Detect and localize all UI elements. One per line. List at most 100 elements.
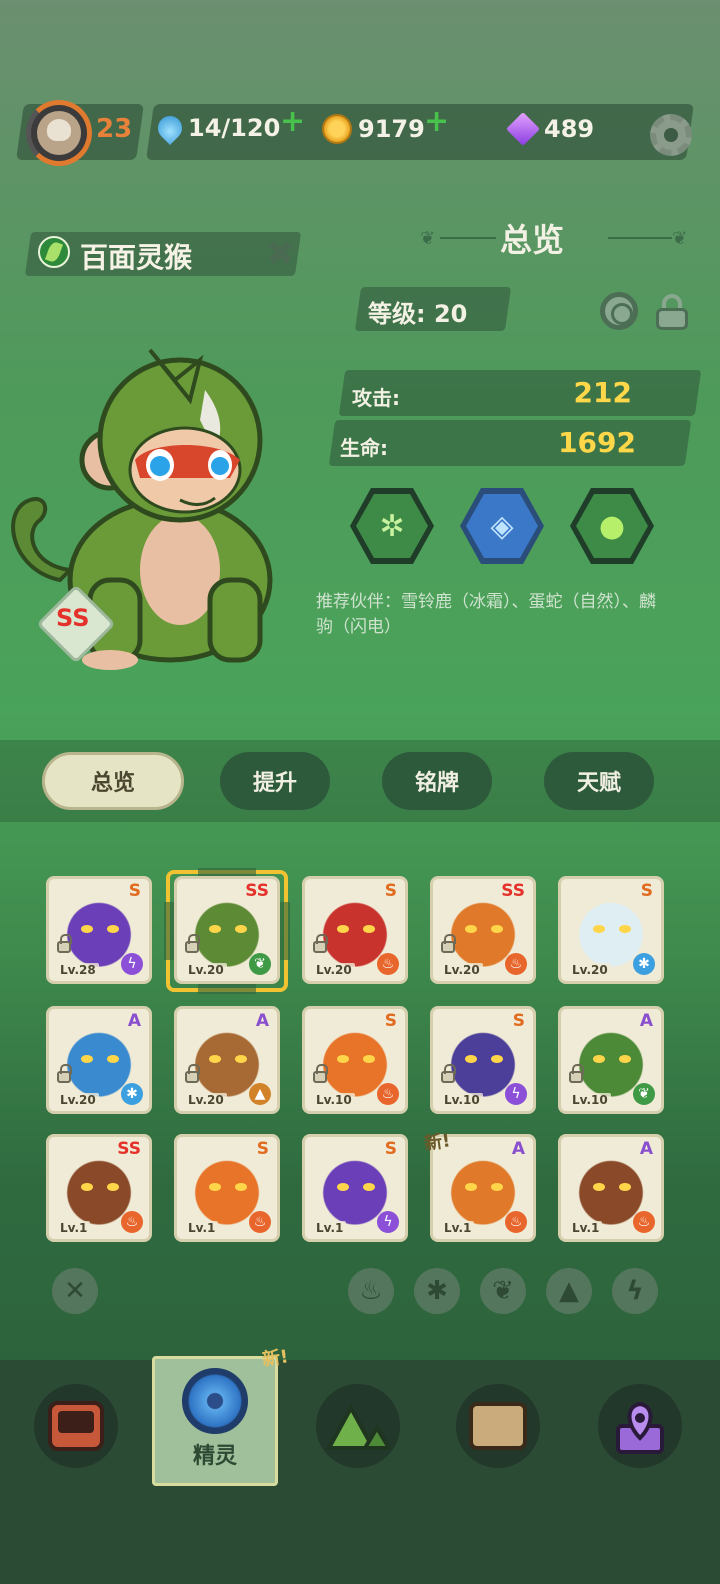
monster-card[interactable]: SS Lv.20 ❦ [174,876,280,984]
card-rank: S [384,1011,397,1031]
monster-eye [209,925,221,933]
nav-device[interactable] [34,1384,118,1468]
monster-card[interactable]: S Lv.20 ✱ [558,876,664,984]
lock-icon[interactable] [654,294,690,330]
card-level: Lv.1 [569,1221,603,1235]
card-level: Lv.1 [313,1221,347,1235]
monster-card[interactable]: S Lv.10 ϟ [430,1006,536,1114]
monster-card[interactable]: A Lv.10 ❦ [558,1006,664,1114]
player-avatar[interactable] [26,100,92,166]
clear-filter-x-icon[interactable]: ✕ [52,1268,98,1314]
lightning-element-icon: ϟ [121,953,143,975]
energy-value: 14/120 [188,114,281,142]
monster-card[interactable]: S Lv.20 ♨ [302,876,408,984]
fire-element-icon: ♨ [505,1211,527,1233]
monster-eye [107,1055,119,1063]
monster-eye [593,1055,605,1063]
nature-element-icon: ❦ [633,1083,655,1105]
lock-icon [57,934,72,953]
monster-card[interactable]: S Lv.1 ♨ [174,1134,280,1242]
card-level: Lv.20 [185,963,227,977]
energy-add-icon[interactable]: + [280,104,305,139]
nav-new-tag: 新! [260,1346,290,1371]
card-rank: S [384,1139,397,1159]
nature-filter-icon[interactable]: ❦ [480,1268,526,1314]
monster-card[interactable]: S Lv.10 ♨ [302,1006,408,1114]
card-rank: S [384,881,397,901]
ice-filter-icon[interactable]: ✱ [414,1268,460,1314]
energy-resource[interactable]: 14/120 [153,111,281,145]
monster-eye [235,1183,247,1191]
lock-icon [185,1064,200,1083]
card-level: Lv.1 [441,1221,475,1235]
monster-eye [593,1183,605,1191]
earth-filter-icon[interactable]: ▲ [546,1268,592,1314]
monster-eye [81,1055,93,1063]
lock-icon [441,1064,456,1083]
monster-eye [465,1183,477,1191]
overview-title: 总览 [500,221,565,259]
tab-talent[interactable]: 天赋 [544,752,654,810]
lock-icon [313,1064,328,1083]
card-level: Lv.20 [57,1093,99,1107]
target-circle-icon[interactable] [600,292,638,330]
avatar-skull-icon [37,111,81,155]
tab-upgrade[interactable]: 提升 [220,752,330,810]
card-rank: SS [117,1139,141,1159]
water-drop-icon [153,111,187,145]
skill-pin-button[interactable]: ● [570,488,654,564]
nav-chest[interactable] [456,1384,540,1468]
lightning-filter-icon[interactable]: ϟ [612,1268,658,1314]
card-level: Lv.20 [441,963,483,977]
monster-card[interactable]: S Lv.1 ϟ [302,1134,408,1242]
card-level: Lv.1 [57,1221,91,1235]
monster-card[interactable]: A Lv.1 ♨ [558,1134,664,1242]
grade-label: 等级: 20 [368,300,468,328]
console-icon [48,1401,104,1451]
monster-card[interactable]: S Lv.28 ϟ [46,876,152,984]
gem-icon [506,112,540,146]
lock-icon [185,934,200,953]
monster-eye [465,1055,477,1063]
tab-nameplate[interactable]: 铭牌 [382,752,492,810]
card-rank: A [127,1011,141,1031]
monster-eye [465,925,477,933]
monster-eye [337,1183,349,1191]
title-deco-right [608,237,672,239]
coin-add-icon[interactable]: + [424,104,449,139]
gem-value: 489 [544,115,595,143]
fire-filter-icon[interactable]: ♨ [348,1268,394,1314]
fire-element-icon: ♨ [377,1083,399,1105]
nature-element-icon: ❦ [249,953,271,975]
monster-eye [81,1183,93,1191]
monster-card[interactable]: A Lv.20 ✱ [46,1006,152,1114]
skill-shield-button[interactable]: ◈ [460,488,544,564]
monster-card[interactable]: SS Lv.20 ♨ [430,876,536,984]
settings-gear-icon[interactable] [650,114,692,156]
card-level: Lv.20 [569,963,611,977]
monster-name: 百面灵猴 [80,241,193,274]
attack-value: 212 [573,376,632,409]
monster-card[interactable]: SS Lv.1 ♨ [46,1134,152,1242]
gem-resource[interactable]: 489 [506,112,595,146]
lock-icon [313,934,328,953]
monster-eye [209,1055,221,1063]
card-rank: S [512,1011,525,1031]
monster-card[interactable]: A Lv.20 ▲ [174,1006,280,1114]
mountain-icon [325,1403,391,1450]
monster-eye [235,925,247,933]
card-rank: SS [245,881,269,901]
tab-overview[interactable]: 总览 [42,752,184,810]
nav-location[interactable] [598,1384,682,1468]
monster-eye [209,1183,221,1191]
coin-resource[interactable]: 9179 [322,114,425,144]
player-level: 23 [96,114,133,144]
close-x-icon[interactable]: ✖ [266,234,295,274]
lock-icon [569,1064,584,1083]
map-location-icon [616,1401,664,1454]
new-tag: 新! [422,1130,452,1155]
monster-eye [491,925,503,933]
skill-wind-button[interactable]: ✲ [350,488,434,564]
lightning-element-icon: ϟ [505,1083,527,1105]
nav-mountain[interactable] [316,1384,400,1468]
